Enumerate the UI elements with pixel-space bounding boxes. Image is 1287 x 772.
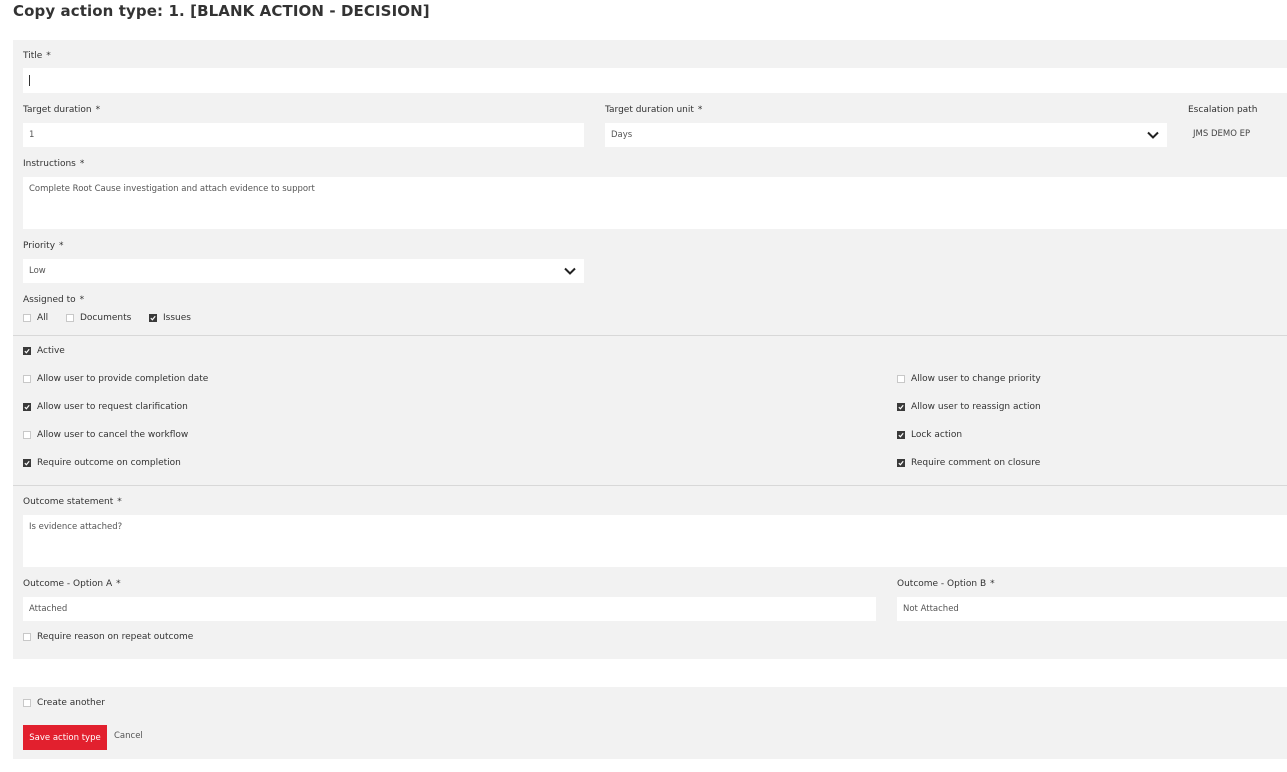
allow-reassign-checkbox[interactable]: Allow user to reassign action xyxy=(897,402,1041,412)
create-another-checkbox[interactable]: Create another xyxy=(23,698,105,708)
checkbox-icon xyxy=(23,403,31,411)
escalation-path-value: JMS DEMO EP xyxy=(1193,129,1251,139)
allow-request-clarification-checkbox[interactable]: Allow user to request clarification xyxy=(23,402,188,412)
checkbox-icon xyxy=(897,375,905,383)
title-input[interactable] xyxy=(23,68,1287,93)
chevron-down-icon xyxy=(1147,131,1159,139)
save-action-type-button[interactable]: Save action type xyxy=(23,725,107,750)
require-outcome-checkbox[interactable]: Require outcome on completion xyxy=(23,458,181,468)
checkbox-icon xyxy=(897,459,905,467)
priority-label: Priority * xyxy=(23,241,64,251)
outcome-b-label: Outcome - Option B * xyxy=(897,579,995,589)
allow-completion-date-checkbox[interactable]: Allow user to provide completion date xyxy=(23,374,208,384)
page-title: Copy action type: 1. [BLANK ACTION - DEC… xyxy=(13,2,430,20)
checkbox-icon xyxy=(66,314,74,322)
outcome-statement-label: Outcome statement * xyxy=(23,497,122,507)
target-duration-label: Target duration * xyxy=(23,105,101,115)
checkbox-icon xyxy=(23,347,31,355)
checkbox-icon xyxy=(897,431,905,439)
title-label: Title * xyxy=(23,51,51,61)
escalation-path-label: Escalation path xyxy=(1188,105,1258,115)
require-comment-checkbox[interactable]: Require comment on closure xyxy=(897,458,1040,468)
target-duration-unit-label: Target duration unit * xyxy=(605,105,703,115)
checkbox-icon xyxy=(149,314,157,322)
divider xyxy=(13,335,1287,336)
assigned-all-checkbox[interactable]: All xyxy=(23,313,48,323)
outcome-a-input[interactable]: Attached xyxy=(23,597,876,621)
footer-panel xyxy=(13,687,1287,759)
checkbox-icon xyxy=(23,314,31,322)
checkbox-icon xyxy=(23,459,31,467)
allow-change-priority-checkbox[interactable]: Allow user to change priority xyxy=(897,374,1041,384)
checkbox-icon xyxy=(23,375,31,383)
instructions-textarea[interactable]: Complete Root Cause investigation and at… xyxy=(23,177,1287,229)
checkbox-icon xyxy=(897,403,905,411)
outcome-statement-textarea[interactable]: Is evidence attached? xyxy=(23,515,1287,567)
outcome-b-input[interactable]: Not Attached xyxy=(897,597,1287,621)
assigned-issues-checkbox[interactable]: Issues xyxy=(149,313,191,323)
checkbox-icon xyxy=(23,633,31,641)
checkbox-icon xyxy=(23,431,31,439)
target-duration-input[interactable]: 1 xyxy=(23,123,584,147)
text-cursor xyxy=(29,75,30,86)
cancel-link[interactable]: Cancel xyxy=(114,731,143,741)
assigned-to-label: Assigned to * xyxy=(23,295,85,305)
assigned-documents-checkbox[interactable]: Documents xyxy=(66,313,131,323)
chevron-down-icon xyxy=(564,267,576,275)
instructions-label: Instructions * xyxy=(23,159,85,169)
active-checkbox[interactable]: Active xyxy=(23,346,65,356)
require-reason-checkbox[interactable]: Require reason on repeat outcome xyxy=(23,632,193,642)
lock-action-checkbox[interactable]: Lock action xyxy=(897,430,962,440)
checkbox-icon xyxy=(23,699,31,707)
outcome-a-label: Outcome - Option A * xyxy=(23,579,121,589)
divider xyxy=(13,485,1287,486)
priority-select[interactable]: Low xyxy=(23,259,584,283)
target-duration-unit-select[interactable]: Days xyxy=(605,123,1167,147)
allow-cancel-workflow-checkbox[interactable]: Allow user to cancel the workflow xyxy=(23,430,188,440)
